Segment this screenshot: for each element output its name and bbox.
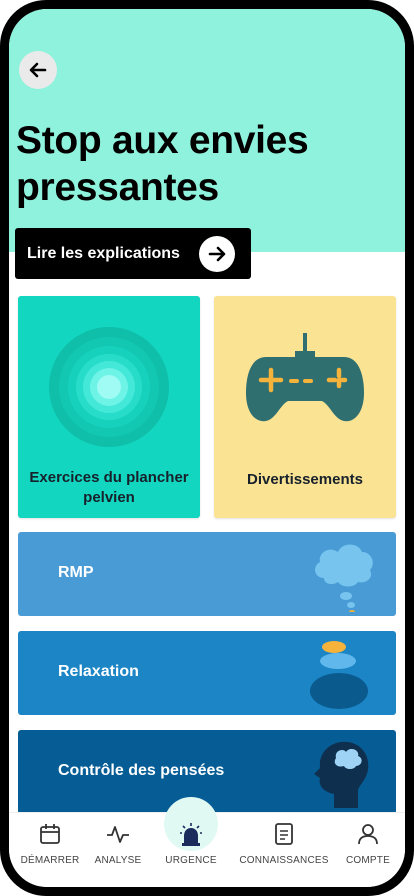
relaxation-row[interactable]: Relaxation [18, 631, 396, 715]
thought-cloud-icon [315, 544, 373, 612]
read-explanations-label: Lire les explications [27, 244, 180, 262]
page-title: Stop aux envies pressantes [16, 119, 309, 209]
nav-knowledge[interactable]: CONNAISSANCES [238, 813, 330, 875]
nav-knowledge-label: CONNAISSANCES [239, 855, 329, 866]
nav-start[interactable]: DÉMARRER [11, 813, 89, 875]
alarm-icon [180, 823, 202, 846]
nav-analysis-label: ANALYSE [94, 855, 142, 866]
app-screen: Stop aux envies pressantes Lire les expl… [9, 9, 405, 887]
stacked-stones-icon [310, 641, 368, 709]
user-icon [358, 824, 378, 845]
arrow-right-icon [199, 236, 235, 272]
pelvic-floor-exercises-tile[interactable]: Exercices du plancher pelvien [18, 296, 200, 518]
relaxation-label: Relaxation [58, 663, 139, 680]
nav-account-label: COMPTE [346, 855, 390, 866]
read-explanations-button[interactable]: Lire les explications [15, 228, 251, 279]
entertainment-label: Divertissements [247, 471, 363, 488]
nav-emergency[interactable]: URGENCE [157, 813, 225, 875]
nav-start-label: DÉMARRER [20, 855, 80, 866]
nav-analysis[interactable]: ANALYSE [87, 813, 149, 875]
pulse-icon [107, 826, 129, 843]
thought-control-label: Contrôle des pensées [58, 762, 225, 779]
nav-account[interactable]: COMPTE [339, 813, 397, 875]
bottom-navigation: DÉMARRER ANALYSE URGENCE CONNAISSANCES C… [9, 797, 405, 887]
calendar-icon [40, 824, 60, 844]
back-button[interactable] [19, 51, 57, 89]
arrow-left-icon [29, 62, 47, 78]
nav-emergency-label: URGENCE [165, 855, 217, 866]
header-banner: Stop aux envies pressantes [9, 9, 405, 252]
concentric-circles-icon [49, 327, 169, 447]
rmp-row[interactable]: RMP [18, 532, 396, 616]
pelvic-floor-label: Exercices du plancher pelvien [29, 469, 189, 506]
rmp-label: RMP [58, 564, 94, 581]
head-brain-icon [314, 741, 369, 808]
gamepad-icon [246, 333, 364, 422]
device-frame: Stop aux envies pressantes Lire les expl… [0, 0, 414, 896]
entertainment-tile[interactable]: Divertissements [214, 296, 396, 518]
document-icon [275, 823, 293, 845]
